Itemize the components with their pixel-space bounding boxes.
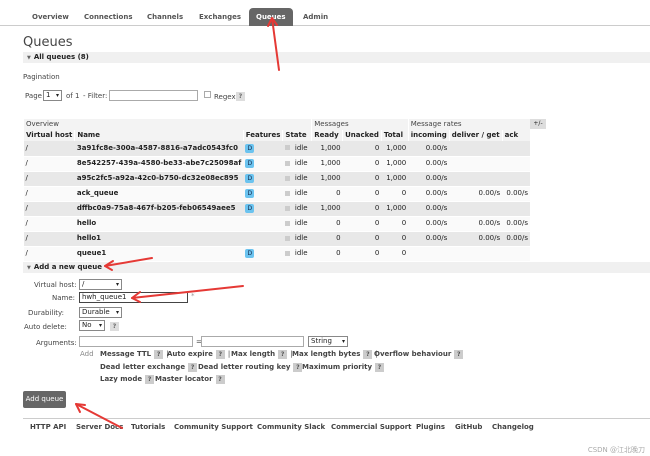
annotation-arrow-add-button — [75, 403, 123, 429]
annotation-arrow-name-field — [131, 285, 244, 299]
annotation-arrows — [75, 17, 280, 429]
annotation-arrow-queues-tab — [271, 17, 280, 71]
